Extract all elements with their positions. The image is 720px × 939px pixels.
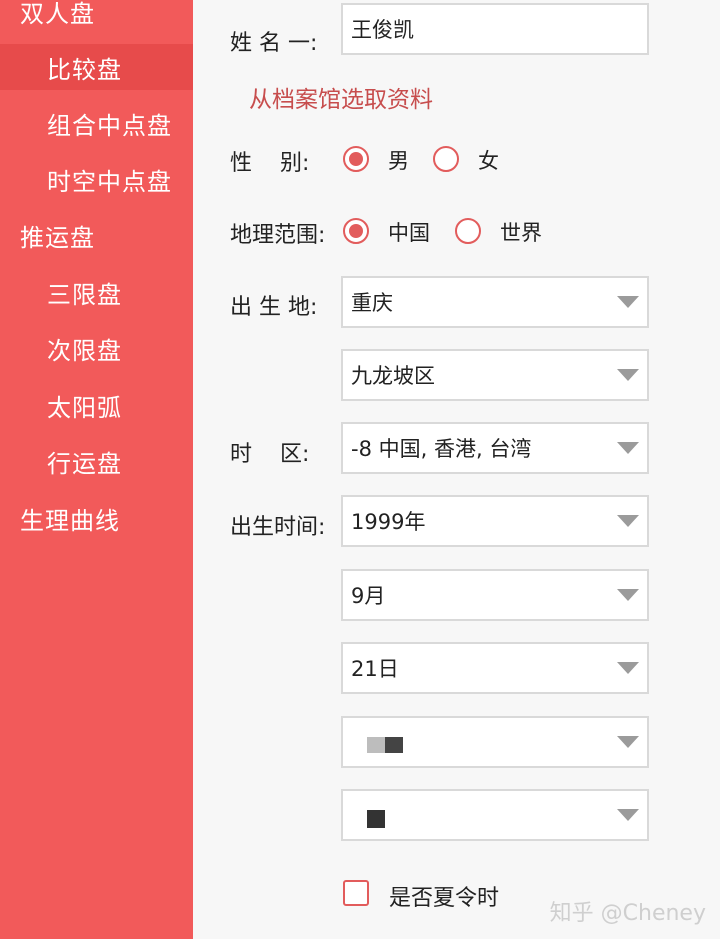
redacted-value (367, 737, 385, 753)
sidebar-item-biorhythm[interactable]: 生理曲线 (0, 495, 193, 541)
redacted-value (367, 810, 385, 828)
sidebar-item-label: 组合中点盘 (47, 111, 172, 140)
gender-female-label: 女 (478, 149, 499, 173)
sidebar-item-label: 次限盘 (47, 336, 122, 365)
sidebar-item-label: 生理曲线 (20, 506, 120, 535)
year-value: 1999年 (351, 510, 426, 534)
region-label: 地理范围: (230, 223, 326, 248)
district-select[interactable]: 九龙坡区 (341, 349, 649, 401)
chevron-down-icon (617, 736, 639, 748)
name-label: 姓 名 一: (230, 31, 318, 56)
hour-select[interactable] (341, 716, 649, 768)
sidebar-item-label: 时空中点盘 (47, 167, 172, 196)
birthtime-label: 出生时间: (230, 515, 326, 540)
sidebar: 双人盘 比较盘 组合中点盘 时空中点盘 推运盘 三限盘 次限盘 太阳弧 行运盘 … (0, 0, 193, 939)
timezone-label: 时 区: (230, 442, 310, 467)
region-world-label: 世界 (500, 221, 542, 245)
sidebar-item-label: 三限盘 (47, 280, 122, 309)
chevron-down-icon (617, 589, 639, 601)
month-select[interactable]: 9月 (341, 569, 649, 621)
dst-label: 是否夏令时 (389, 886, 500, 911)
gender-label: 性 别: (230, 151, 310, 176)
minute-select[interactable] (341, 789, 649, 841)
sidebar-item-label: 比较盘 (47, 55, 122, 84)
name-value: 王俊凯 (351, 18, 414, 42)
sidebar-item-transit[interactable]: 行运盘 (0, 438, 193, 484)
sidebar-item-composite[interactable]: 组合中点盘 (0, 100, 193, 146)
sidebar-item-label: 行运盘 (47, 449, 122, 478)
timezone-value: -8 中国, 香港, 台湾 (351, 437, 532, 461)
day-value: 21日 (351, 657, 399, 681)
redacted-value (385, 737, 403, 753)
dst-checkbox[interactable] (343, 880, 369, 906)
watermark: 知乎 @Cheney (549, 901, 706, 926)
sidebar-item-label: 双人盘 (20, 0, 95, 28)
timezone-select[interactable]: -8 中国, 香港, 台湾 (341, 422, 649, 474)
chevron-down-icon (617, 809, 639, 821)
gender-female-radio[interactable] (433, 146, 459, 172)
sidebar-item-label: 推运盘 (20, 223, 95, 252)
chevron-down-icon (617, 442, 639, 454)
region-world-radio[interactable] (455, 218, 481, 244)
gender-male-radio[interactable] (343, 146, 369, 172)
chart-input-form: 姓 名 一: 王俊凯 从档案馆选取资料 性 别: 男 女 地理范围: 中国 世界… (193, 0, 720, 939)
month-value: 9月 (351, 584, 386, 608)
chevron-down-icon (617, 662, 639, 674)
sidebar-item-secondary[interactable]: 次限盘 (0, 325, 193, 371)
sidebar-item-progression[interactable]: 推运盘 (0, 212, 193, 258)
archive-select-link[interactable]: 从档案馆选取资料 (249, 80, 433, 114)
sidebar-item-synastry[interactable]: 双人盘 (0, 0, 193, 34)
sidebar-item-davison[interactable]: 时空中点盘 (0, 156, 193, 202)
chevron-down-icon (617, 515, 639, 527)
gender-male-label: 男 (388, 149, 409, 173)
sidebar-item-label: 太阳弧 (47, 393, 122, 422)
province-select[interactable]: 重庆 (341, 276, 649, 328)
region-china-radio[interactable] (343, 218, 369, 244)
sidebar-item-tertiary[interactable]: 三限盘 (0, 269, 193, 315)
sidebar-item-comparison[interactable]: 比较盘 (0, 44, 193, 90)
day-select[interactable]: 21日 (341, 642, 649, 694)
province-value: 重庆 (351, 291, 393, 315)
chevron-down-icon (617, 296, 639, 308)
year-select[interactable]: 1999年 (341, 495, 649, 547)
birthplace-label: 出 生 地: (230, 295, 318, 320)
chevron-down-icon (617, 369, 639, 381)
sidebar-item-solar-arc[interactable]: 太阳弧 (0, 382, 193, 428)
district-value: 九龙坡区 (351, 364, 435, 388)
name-field[interactable]: 王俊凯 (341, 3, 649, 55)
region-china-label: 中国 (388, 221, 430, 245)
